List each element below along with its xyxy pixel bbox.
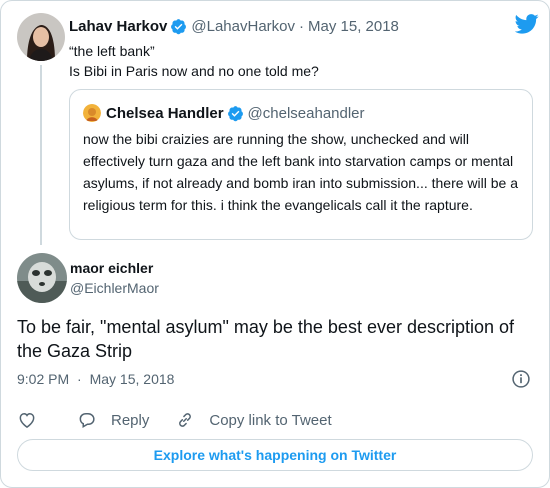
heart-icon — [19, 412, 35, 428]
tweet-time: 9:02 PM — [17, 371, 70, 387]
parent-tweet-text: “the left bank” Is Bibi in Paris now and… — [69, 43, 319, 79]
author-name[interactable]: Lahav Harkov — [69, 18, 167, 35]
parent-tweet-header: Lahav Harkov @LahavHarkov · May 15, 2018 — [69, 18, 399, 35]
explore-twitter-button[interactable]: Explore what's happening on Twitter — [17, 439, 533, 471]
author-handle[interactable]: @LahavHarkov — [191, 18, 295, 35]
info-icon[interactable] — [511, 369, 531, 389]
quoted-author-name: Chelsea Handler — [106, 104, 224, 122]
lahav-avatar[interactable] — [17, 13, 65, 61]
verified-badge-icon — [227, 105, 243, 121]
quoted-tweet[interactable]: Chelsea Handler @chelseahandler now the … — [69, 89, 533, 240]
reply-button[interactable]: Reply — [77, 410, 149, 430]
tweet-date[interactable]: May 15, 2018 — [308, 18, 399, 35]
separator-dot: · — [299, 18, 304, 35]
copy-link-label: Copy link to Tweet — [209, 411, 332, 429]
tweet-timestamp[interactable]: 9:02 PM · May 15, 2018 — [17, 371, 174, 387]
tweet-date: May 15, 2018 — [89, 371, 175, 387]
quoted-tweet-text: now the bibi craizies are running the sh… — [83, 131, 518, 213]
reply-author-name[interactable]: maor eichler — [70, 260, 153, 276]
reply-tweet-text: To be fair, "mental asylum" may be the b… — [17, 317, 515, 361]
explore-label: Explore what's happening on Twitter — [153, 447, 397, 463]
reply-author-handle[interactable]: @EichlerMaor — [70, 280, 159, 296]
thread-connector-line — [40, 65, 42, 245]
twitter-bird-icon[interactable] — [515, 13, 539, 35]
quoted-tweet-header: Chelsea Handler @chelseahandler — [83, 104, 365, 122]
copy-link-button[interactable]: Copy link to Tweet — [175, 410, 332, 430]
separator-dot: · — [77, 371, 82, 387]
chelsea-avatar — [83, 104, 101, 122]
reply-label: Reply — [111, 411, 150, 429]
like-button[interactable] — [17, 410, 51, 430]
tweet-actions: Reply Copy link to Tweet — [17, 406, 358, 434]
tweet-embed-card: Lahav Harkov @LahavHarkov · May 15, 2018… — [0, 0, 550, 488]
link-icon — [179, 413, 192, 427]
maor-avatar[interactable] — [17, 253, 67, 303]
verified-badge-icon — [171, 19, 187, 35]
reply-icon — [79, 413, 95, 428]
quoted-author-handle: @chelseahandler — [247, 104, 365, 122]
